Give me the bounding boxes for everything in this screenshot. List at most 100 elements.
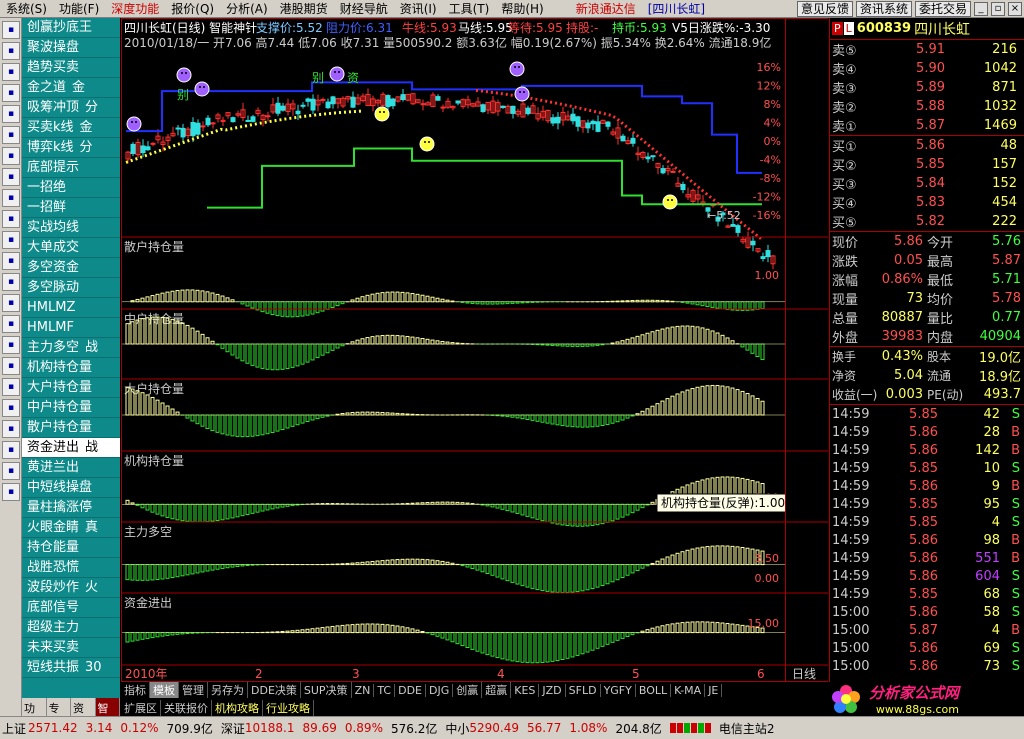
formula-item[interactable]: 超级主力 [22,618,120,638]
formula-item[interactable]: 主力多空战 [22,338,120,358]
formula-item[interactable]: 实战均线 [22,218,120,238]
menu-item[interactable]: 帮助(H) [495,0,549,17]
up-icon[interactable]: ▪ [2,462,20,480]
formula-tab[interactable]: BOLL [636,683,672,697]
menu-item[interactable]: 财经导航 [334,0,394,17]
formula-item[interactable]: 未来买卖 [22,638,120,658]
formula-item[interactable]: 买卖k线金 [22,118,120,138]
user-icon[interactable]: ▪ [2,399,20,417]
formula-tab[interactable]: JZD [539,683,566,697]
close-button[interactable]: × [1008,1,1022,16]
formula-item[interactable]: 创赢抄底王 [22,18,120,38]
formula-item[interactable]: 大户持仓量 [22,378,120,398]
formula-tab[interactable]: YGFY [601,683,636,697]
menu-item[interactable]: 港股期货 [274,0,334,17]
news-link[interactable]: 新浪通达信 [570,0,642,17]
gear-icon[interactable]: ▪ [2,210,20,228]
left-tab[interactable]: 智能 [95,698,120,731]
formula-item[interactable]: 大单成交 [22,238,120,258]
formula-item[interactable]: 多空脉动 [22,278,120,298]
formula-tab[interactable]: 指标 [121,682,150,698]
menu-item[interactable]: 深度功能 [105,0,165,17]
info-system-button[interactable]: 资讯系统 [855,0,912,17]
formula-tab[interactable]: KES [511,683,540,697]
trade-button[interactable]: 委托交易 [914,0,971,17]
formula-tab[interactable]: DDE [395,683,426,697]
formula-item[interactable]: HMLMF [22,318,120,338]
formula-tab[interactable]: 模板 [150,682,179,698]
formula-tab[interactable]: 另存为 [208,682,248,698]
extension-tab[interactable]: 关联报价 [161,699,212,716]
down-icon[interactable]: ▪ [2,483,20,501]
rsi-icon[interactable]: ▪ [2,315,20,333]
formula-item[interactable]: 一招绝 [22,178,120,198]
hand-icon[interactable]: ▪ [2,168,20,186]
formula-item[interactable]: 聚波操盘 [22,38,120,58]
menu-item[interactable]: 系统(S) [0,0,53,17]
formula-item[interactable]: 持仓能量 [22,538,120,558]
doc-icon[interactable]: ▪ [2,336,20,354]
formula-item[interactable]: 趋势买卖 [22,58,120,78]
news-icon[interactable]: ▪ [2,126,20,144]
formula-tab[interactable]: DJG [426,683,454,697]
dollar-icon[interactable]: ▪ [2,357,20,375]
cross-icon[interactable]: ▪ [2,441,20,459]
menu-item[interactable]: 报价(Q) [165,0,220,17]
extension-tab[interactable]: 扩展区 [121,699,161,716]
formula-tab[interactable]: SUP决策 [301,682,352,698]
menu-item[interactable]: 分析(A) [220,0,274,17]
formula-item[interactable]: 底部提示 [22,158,120,178]
formula-item[interactable]: 中户持仓量 [22,398,120,418]
formula-item[interactable]: 波段炒作火 [22,578,120,598]
chart-area[interactable]: 四川长虹(日线) 智能神针 支撑价:5.52 阻力价:6.31 牛线:5.93 马线:5… [121,18,803,682]
list-icon[interactable]: ▪ [2,42,20,60]
formula-item[interactable]: 黄进兰出 [22,458,120,478]
formula-item[interactable]: 火眼金睛真 [22,518,120,538]
bars-icon[interactable]: ▪ [2,84,20,102]
formula-item[interactable]: 金之道金 [22,78,120,98]
menu-item[interactable]: 资讯(I) [394,0,443,17]
formula-item[interactable]: 多空资金 [22,258,120,278]
chart-icon[interactable]: ▪ [2,63,20,81]
menu-item[interactable]: 功能(F) [53,0,105,17]
left-tab[interactable]: 功能 [22,698,47,731]
search-icon[interactable]: ▪ [2,252,20,270]
formula-tab[interactable]: ZN [352,683,375,697]
formula-item[interactable]: 底部信号 [22,598,120,618]
minimize-button[interactable]: _ [974,1,988,16]
formula-item[interactable]: 战胜恐慌 [22,558,120,578]
etf-icon[interactable]: ▪ [2,273,20,291]
formula-tab[interactable]: K-MA [671,683,706,697]
key-icon[interactable]: ▪ [2,378,20,396]
zoom-icon[interactable]: ▪ [2,231,20,249]
formula-item[interactable]: 吸筹冲顶分 [22,98,120,118]
formula-tab[interactable]: 超赢 [482,682,512,698]
extension-tab[interactable]: 机构攻略 [212,699,263,716]
formula-item[interactable]: HMLMZ [22,298,120,318]
pen-icon[interactable]: ▪ [2,420,20,438]
formula-item[interactable]: 机构持仓量 [22,358,120,378]
left-tab[interactable]: 专评 [47,698,71,731]
formula-item[interactable]: 短线共振 30 [22,658,120,678]
formula-item[interactable]: 资金进出战 [22,438,120,458]
formula-tab[interactable]: SFLD [566,683,601,697]
formula-tab[interactable]: JE [705,683,723,697]
formula-item[interactable]: 一招鲜 [22,198,120,218]
menu-item[interactable]: 工具(T) [443,0,496,17]
left-tab[interactable]: 资讯 [71,698,96,731]
formula-tab[interactable]: DDE决策 [248,682,301,698]
person-icon[interactable]: ▪ [2,189,20,207]
formula-tab[interactable]: TC [374,683,396,697]
extension-tab[interactable]: 行业攻略 [263,699,314,716]
formula-tab[interactable]: 创赢 [453,682,483,698]
table-icon[interactable]: ▪ [2,105,20,123]
formula-item[interactable]: 量柱擒涨停 [22,498,120,518]
calc-icon[interactable]: ▪ [2,147,20,165]
grid-icon[interactable]: ▪ [2,21,20,39]
formula-item[interactable]: 博弈k线分 [22,138,120,158]
formula-item[interactable]: 中短线操盘 [22,478,120,498]
formula-tab[interactable]: 管理 [179,682,208,698]
restore-button[interactable]: ▫ [991,1,1005,16]
wave-icon[interactable]: ▪ [2,294,20,312]
formula-item[interactable]: 散户持仓量 [22,418,120,438]
